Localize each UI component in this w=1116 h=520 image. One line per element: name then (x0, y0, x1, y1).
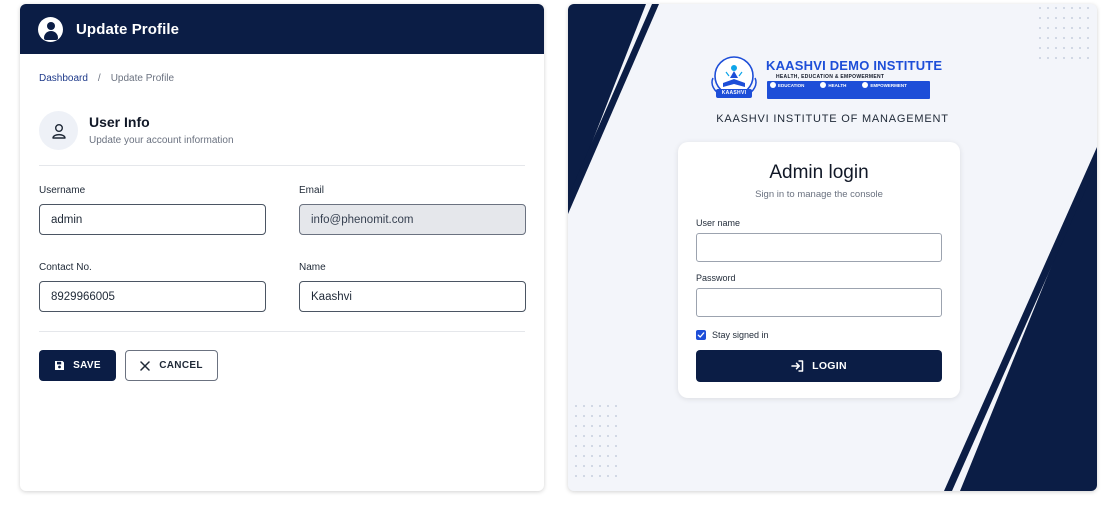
contact-input[interactable] (39, 281, 266, 312)
user-circle-icon (38, 16, 63, 42)
save-button[interactable]: SAVE (39, 350, 116, 381)
breadcrumb: Dashboard / Update Profile (39, 73, 174, 84)
login-username-input[interactable] (696, 233, 942, 262)
username-input[interactable] (39, 204, 266, 235)
login-label: LOGIN (812, 360, 847, 372)
admin-login-panel: KAASHVI KAASHVI DEMO INSTITUTE HEALTH, E… (568, 4, 1097, 491)
login-button[interactable]: LOGIN (696, 350, 942, 382)
update-profile-card: Update Profile Dashboard / Update Profil… (20, 4, 544, 491)
email-field (299, 204, 526, 235)
breadcrumb-current: Update Profile (110, 73, 175, 84)
institute-logo: KAASHVI KAASHVI DEMO INSTITUTE HEALTH, E… (704, 54, 942, 102)
stay-signed-in-label: Stay signed in (712, 330, 769, 340)
username-label: Username (39, 185, 86, 196)
section-title: User Info (89, 114, 150, 130)
close-icon (140, 360, 151, 371)
floppy-disk-icon (55, 361, 65, 370)
login-arrow-icon (791, 360, 804, 372)
breadcrumb-separator: / (97, 73, 101, 84)
card-header: Update Profile (20, 4, 544, 54)
name-input[interactable] (299, 281, 526, 312)
username-label: User name (696, 218, 741, 228)
breadcrumb-dashboard-link[interactable]: Dashboard (39, 73, 88, 84)
logo-pillar: HEALTH (820, 82, 846, 88)
user-outline-icon (39, 111, 78, 150)
page-title: Update Profile (76, 20, 180, 38)
stay-signed-in[interactable]: Stay signed in (696, 330, 769, 340)
login-title: Admin login (769, 162, 869, 183)
logo-title: KAASHVI DEMO INSTITUTE (766, 58, 943, 73)
section-subtitle: Update your account information (89, 135, 234, 146)
logo-tagline: HEALTH, EDUCATION & EMPOWERMENT (776, 74, 885, 80)
institute-name: KAASHVI INSTITUTE OF MANAGEMENT (716, 113, 949, 125)
logo-badge: KAASHVI (721, 90, 747, 96)
login-subtitle: Sign in to manage the console (755, 189, 883, 200)
login-card: Admin login Sign in to manage the consol… (678, 142, 960, 398)
logo-pillar: EMPOWERMENT (862, 82, 907, 88)
login-password-input[interactable] (696, 288, 942, 317)
logo-pillars: EDUCATION HEALTH EMPOWERMENT (770, 82, 907, 88)
divider (39, 165, 525, 166)
stay-signed-in-checkbox[interactable] (696, 330, 706, 340)
password-label: Password (696, 273, 736, 283)
email-label: Email (299, 185, 325, 196)
divider (39, 331, 525, 332)
cancel-label: CANCEL (159, 360, 203, 371)
check-icon (697, 332, 705, 338)
cancel-button[interactable]: CANCEL (125, 350, 218, 381)
save-label: SAVE (73, 360, 101, 371)
logo-pillar: EDUCATION (770, 82, 804, 88)
contact-label: Contact No. (39, 262, 92, 273)
name-label: Name (299, 262, 326, 273)
